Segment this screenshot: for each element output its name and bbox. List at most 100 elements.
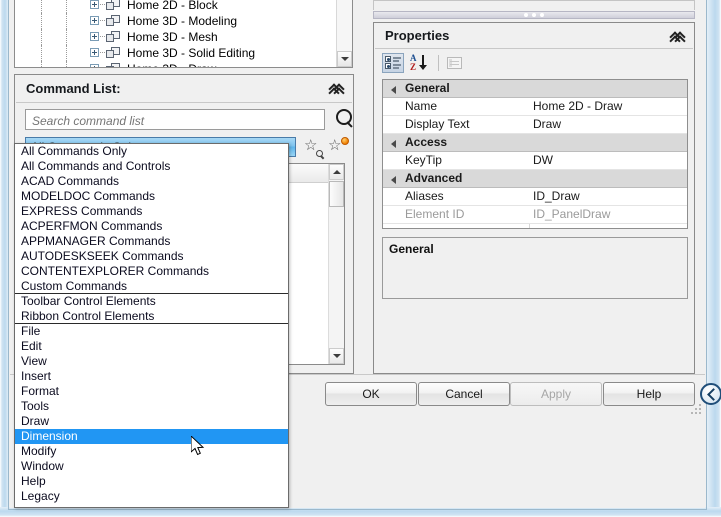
tree-item-label: Home 3D - Modeling <box>127 14 238 28</box>
dropdown-option[interactable]: Tools <box>15 399 288 414</box>
panel-icon <box>106 47 121 59</box>
categorized-view-button[interactable] <box>382 53 404 73</box>
property-row[interactable]: KeyTip DW <box>383 152 687 170</box>
scroll-down-arrow-icon[interactable] <box>329 348 344 364</box>
dropdown-option[interactable]: Modify <box>15 444 288 459</box>
tree-item[interactable]: Home 3D - Mesh <box>15 29 336 45</box>
scroll-down-arrow-icon[interactable] <box>337 51 352 67</box>
tree-scrollbar[interactable] <box>336 0 352 67</box>
find-favorite-star-icon[interactable]: ☆ <box>303 138 325 160</box>
tree-item[interactable]: Home 3D - Modeling <box>15 13 336 29</box>
tree-guide-line <box>66 61 67 67</box>
property-value: ID_PanelDraw <box>533 207 611 221</box>
dropdown-option[interactable]: Toolbar Control Elements <box>15 294 288 309</box>
dropdown-option[interactable]: Ribbon Control Elements <box>15 309 288 324</box>
dialog-body: Home 2D - Block Home 3D - Modeling Home … <box>10 0 721 508</box>
expand-plus-icon[interactable] <box>90 0 99 9</box>
sort-z-glyph: Z <box>410 62 417 72</box>
dropdown-option[interactable]: EXPRESS Commands <box>15 204 288 219</box>
categorized-icon <box>385 56 401 70</box>
dropdown-option[interactable]: CONTENTEXPLORER Commands <box>15 264 288 279</box>
properties-pane-icon <box>447 57 462 69</box>
collapse-panel-back-button[interactable] <box>700 383 721 405</box>
resize-grip-icon[interactable] <box>689 402 701 414</box>
dropdown-option[interactable]: Window <box>15 459 288 474</box>
scroll-up-arrow-icon[interactable] <box>329 164 344 180</box>
expand-plus-icon[interactable] <box>90 64 99 67</box>
splitter-grip-dots-icon <box>524 13 544 17</box>
ok-button[interactable]: OK <box>325 382 417 406</box>
expand-plus-icon[interactable] <box>90 48 99 57</box>
dropdown-option[interactable]: APPMANAGER Commands <box>15 234 288 249</box>
tree-item[interactable]: Home 2D - Block <box>15 0 336 13</box>
dropdown-option[interactable]: Legacy <box>15 489 288 504</box>
dropdown-option[interactable]: Edit <box>15 339 288 354</box>
expander-triangle-icon[interactable] <box>391 86 396 94</box>
customizations-tree-panel[interactable]: Home 2D - Block Home 3D - Modeling Home … <box>14 0 353 68</box>
alphabetical-sort-button[interactable]: A Z <box>408 53 432 73</box>
tree-item[interactable]: Home 3D - Draw <box>15 61 336 67</box>
dropdown-option[interactable]: AUTODESKSEEK Commands <box>15 249 288 264</box>
command-list-scrollbar[interactable] <box>328 164 344 364</box>
mouse-cursor <box>190 434 205 457</box>
property-value[interactable]: Home 2D - Draw <box>533 98 685 115</box>
property-key: Element ID <box>405 207 465 221</box>
description-title: General <box>389 242 434 256</box>
dropdown-option[interactable]: All Commands Only <box>15 144 288 159</box>
tree-guide-line <box>41 45 42 61</box>
panel-splitter[interactable] <box>373 0 695 22</box>
magnifier-handle <box>346 121 353 128</box>
collapse-chevron-up-icon[interactable] <box>669 30 686 47</box>
category-label: Access <box>405 135 448 149</box>
property-value[interactable]: DW <box>533 152 685 169</box>
property-category-row[interactable]: Advanced <box>383 170 687 188</box>
tree-guide-line <box>66 45 67 61</box>
cancel-button[interactable]: Cancel <box>418 382 510 406</box>
properties-title: Properties <box>385 28 450 43</box>
property-value[interactable]: ID_Draw <box>533 188 685 205</box>
property-value[interactable]: Draw <box>533 116 685 133</box>
dropdown-option[interactable]: ACAD Commands <box>15 174 288 189</box>
dropdown-option[interactable]: File <box>15 324 288 339</box>
dropdown-option[interactable]: View <box>15 354 288 369</box>
command-filter-dropdown-list[interactable]: All Commands Only All Commands and Contr… <box>14 143 289 508</box>
expander-triangle-icon[interactable] <box>391 140 396 148</box>
dropdown-option[interactable]: Draw <box>15 414 288 429</box>
expand-plus-icon[interactable] <box>90 32 99 41</box>
scrollbar-thumb[interactable] <box>329 181 344 207</box>
dropdown-option-selected[interactable]: Dimension <box>15 429 288 444</box>
property-key: Display Text <box>405 117 470 131</box>
property-row[interactable]: Aliases ID_Draw <box>383 188 687 206</box>
properties-grid[interactable]: General Name Home 2D - Draw Display Text… <box>382 79 688 229</box>
tree-guide-line <box>66 29 67 45</box>
new-favorite-star-icon[interactable]: ☆ <box>327 137 349 158</box>
tree-item-label: Home 3D - Mesh <box>127 30 218 44</box>
autocad-cui-dialog: Home 2D - Block Home 3D - Modeling Home … <box>0 0 721 517</box>
dropdown-option[interactable]: Help <box>15 474 288 489</box>
property-key: Aliases <box>405 189 444 203</box>
property-category-row[interactable]: General <box>383 80 687 98</box>
tree-item[interactable]: Home 3D - Solid Editing <box>15 45 336 61</box>
property-row[interactable]: Name Home 2D - Draw <box>383 98 687 116</box>
right-column: Properties A Z General Name Home 2D - Dr… <box>373 0 703 400</box>
dropdown-option[interactable]: ACPERFMON Commands <box>15 219 288 234</box>
dropdown-option[interactable]: All Commands and Controls <box>15 159 288 174</box>
expander-triangle-icon[interactable] <box>391 176 396 184</box>
property-category-row[interactable]: Access <box>383 134 687 152</box>
collapse-chevron-up-icon[interactable] <box>328 82 345 99</box>
search-input[interactable] <box>30 111 324 130</box>
dropdown-option[interactable]: Insert <box>15 369 288 384</box>
dropdown-option[interactable]: MODELDOC Commands <box>15 189 288 204</box>
command-list-title: Command List: <box>26 81 121 96</box>
dropdown-option[interactable]: Custom Commands <box>15 279 288 294</box>
tree-guide-line <box>41 13 42 29</box>
search-icon[interactable] <box>333 107 355 129</box>
triangle-down-icon <box>340 57 349 61</box>
help-button[interactable]: Help <box>603 382 695 406</box>
window-border-right <box>707 0 721 517</box>
search-command-list-box[interactable] <box>25 109 325 130</box>
panel-icon <box>106 0 121 11</box>
dropdown-option[interactable]: Format <box>15 384 288 399</box>
expand-plus-icon[interactable] <box>90 16 99 25</box>
property-row[interactable]: Display Text Draw <box>383 116 687 134</box>
